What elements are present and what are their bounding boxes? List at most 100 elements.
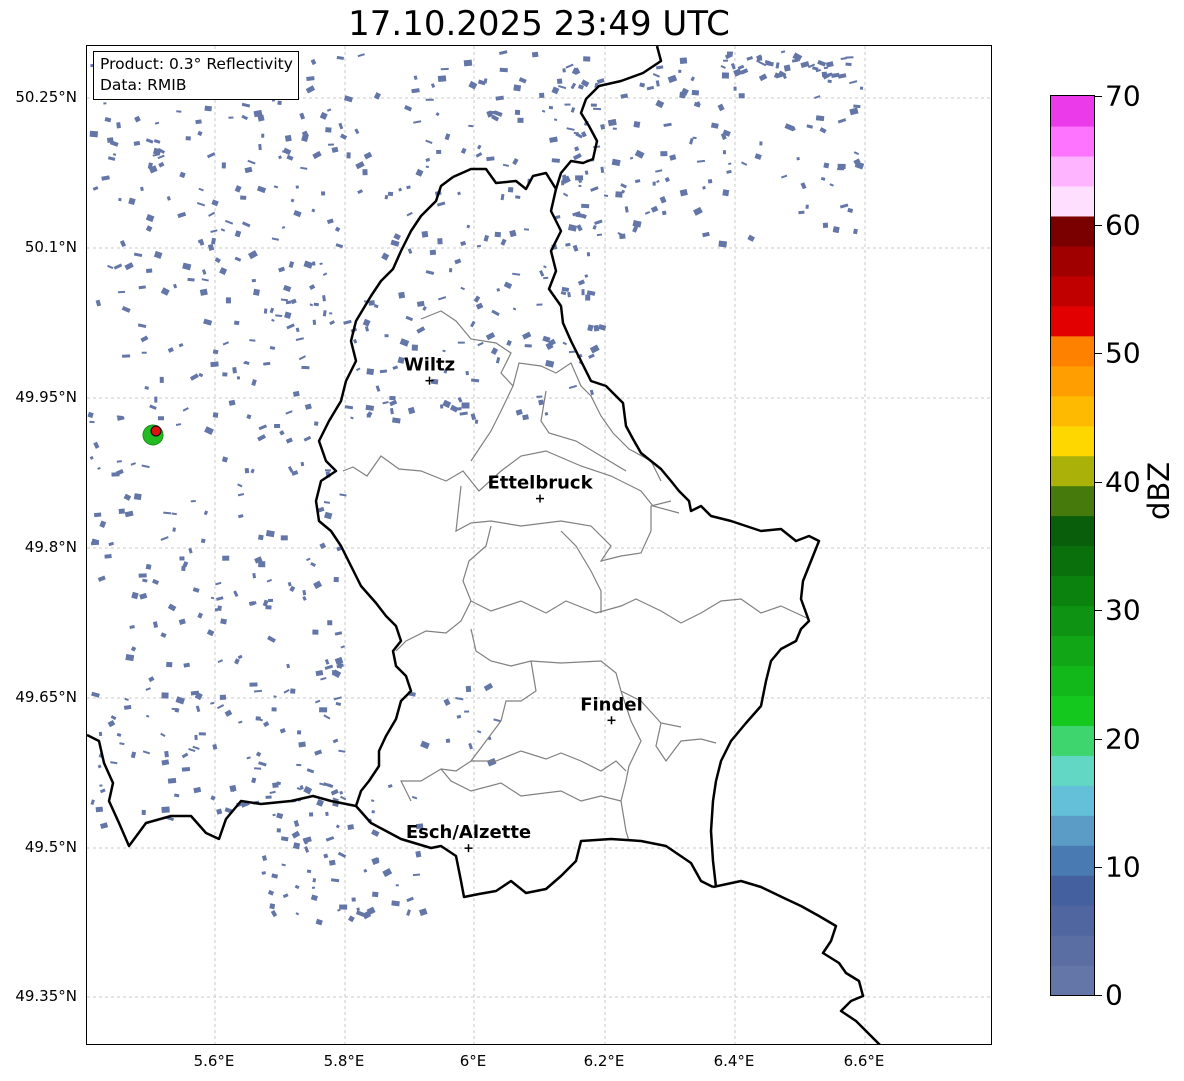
radar-site-marker	[142, 424, 164, 446]
radar-echo	[211, 199, 219, 207]
radar-echo	[548, 105, 554, 110]
radar-echo	[430, 83, 436, 89]
radar-echo	[502, 163, 510, 167]
map-title: 17.10.2025 23:49 UTC	[348, 4, 730, 44]
radar-echo	[363, 868, 368, 873]
radar-echo	[572, 152, 582, 161]
radar-echo	[109, 140, 119, 147]
radar-echo	[119, 240, 127, 248]
radar-echo	[652, 72, 660, 78]
radar-echo	[853, 104, 861, 109]
radar-echo	[133, 493, 142, 501]
radar-echo	[733, 86, 737, 91]
radar-echo	[429, 249, 437, 256]
radar-echo	[116, 122, 121, 129]
radar-echo	[211, 237, 217, 245]
radar-echo	[512, 157, 519, 166]
radar-echo	[222, 555, 230, 561]
radar-echo	[442, 399, 452, 409]
radar-echo	[607, 118, 617, 127]
radar-echo	[496, 288, 501, 292]
radar-echo	[413, 120, 422, 124]
radar-echo	[827, 79, 832, 84]
radar-echo	[199, 288, 208, 296]
radar-echo	[252, 288, 260, 296]
radar-echo	[286, 323, 295, 330]
radar-echo	[611, 158, 621, 167]
radar-echo	[565, 242, 571, 247]
radar-echo	[718, 240, 728, 248]
radar-echo	[140, 335, 149, 343]
radar-echo	[473, 295, 481, 303]
radar-echo	[306, 869, 312, 874]
radar-echo	[710, 122, 719, 129]
radar-echo	[141, 809, 146, 816]
radar-echo	[566, 127, 575, 131]
radar-echo	[206, 629, 215, 637]
radar-echo	[304, 403, 312, 410]
radar-echo	[188, 748, 196, 753]
radar-echo	[268, 598, 274, 602]
radar-echo	[733, 68, 742, 77]
radar-echo	[823, 162, 830, 169]
radar-echo	[89, 455, 94, 460]
radar-echo	[133, 252, 143, 258]
radar-echo	[806, 124, 814, 129]
radar-echo	[92, 186, 99, 191]
radar-echo	[323, 853, 329, 859]
radar-echo	[89, 130, 99, 138]
radar-echo	[273, 185, 279, 189]
radar-echo	[553, 118, 558, 122]
radar-echo	[679, 188, 688, 197]
radar-echo	[173, 793, 180, 798]
radar-echo	[466, 224, 471, 229]
radar-echo	[116, 460, 122, 463]
lon-tick-label: 6°E	[459, 1052, 487, 1070]
radar-echo	[373, 92, 381, 100]
radar-echo	[133, 140, 141, 146]
canton-borders	[342, 310, 810, 842]
radar-echo	[265, 605, 272, 610]
radar-echo	[365, 404, 375, 411]
radar-echo	[581, 289, 585, 296]
radar-echo	[391, 900, 400, 907]
radar-echo	[221, 162, 226, 169]
radar-echo	[164, 750, 169, 758]
colorbar-swatch	[1051, 815, 1094, 846]
radar-echo	[740, 68, 749, 75]
radar-echo	[565, 63, 574, 69]
radar-echo	[562, 68, 566, 73]
radar-echo	[306, 557, 311, 562]
radar-echo	[210, 701, 215, 705]
colorbar-tick-label: 30	[1105, 593, 1141, 627]
radar-echo	[660, 151, 668, 157]
radar-echo	[551, 158, 560, 163]
radar-echo	[265, 795, 272, 799]
radar-map[interactable]: Wiltz Ettelbruck Findel Esch/Alzette	[86, 45, 992, 1045]
radar-echo	[411, 88, 420, 94]
radar-echo	[108, 541, 115, 547]
radar-echo	[531, 51, 539, 58]
radar-echo	[196, 202, 206, 207]
radar-echo	[340, 645, 345, 649]
radar-echo	[556, 78, 563, 84]
radar-echo	[476, 244, 482, 248]
radar-echo	[620, 183, 627, 189]
radar-echo	[138, 573, 147, 578]
radar-echo	[576, 224, 583, 232]
radar-echo	[302, 589, 307, 596]
radar-echo	[224, 709, 233, 717]
radar-echo	[107, 719, 116, 728]
radar-echo	[258, 143, 262, 151]
radar-echo	[238, 514, 244, 519]
radar-echo	[238, 720, 243, 724]
radar-echo	[825, 61, 834, 68]
product-info-box: Product: 0.3° Reflectivity Data: RMIB	[93, 51, 299, 100]
radar-echo	[319, 111, 328, 120]
radar-echo	[319, 262, 323, 266]
radar-echo	[581, 203, 590, 209]
radar-echo	[225, 297, 231, 304]
radar-echo	[362, 169, 368, 176]
radar-echo	[313, 421, 319, 426]
radar-echo	[343, 319, 352, 325]
